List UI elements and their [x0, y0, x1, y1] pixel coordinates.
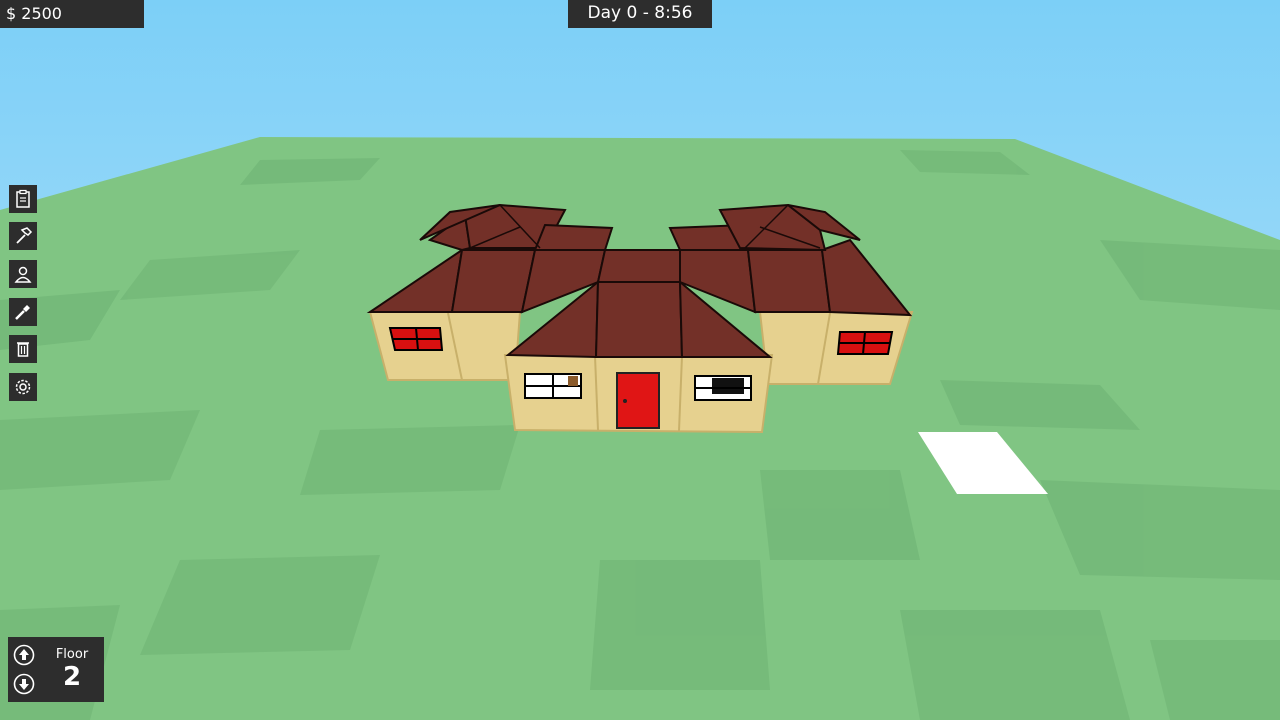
- clipboard-icon: [16, 189, 30, 208]
- left-wing-wall: [368, 311, 522, 381]
- window-center-right: [694, 375, 752, 401]
- floor-label: Floor: [55, 647, 89, 662]
- paint-icon: [15, 305, 30, 320]
- staff-button[interactable]: [9, 260, 37, 288]
- hammer-icon: [16, 227, 33, 244]
- clipboard-button[interactable]: [9, 185, 37, 213]
- money-display: $ 2500: [0, 0, 144, 28]
- window-center-left: [524, 373, 582, 399]
- delete-button[interactable]: [9, 335, 37, 363]
- floor-down-button[interactable]: [12, 672, 36, 696]
- day-clock: Day 0 - 8:56: [568, 0, 712, 28]
- front-door[interactable]: [616, 372, 660, 429]
- floor-value: 2: [62, 662, 82, 692]
- arrow-down-circle-icon: [13, 673, 35, 695]
- window-right: [836, 331, 894, 355]
- person-icon: [14, 266, 32, 283]
- paint-button[interactable]: [9, 298, 37, 326]
- game-viewport[interactable]: [0, 0, 1280, 720]
- floor-panel: Floor 2: [8, 637, 104, 702]
- floor-up-button[interactable]: [12, 643, 36, 667]
- settings-button[interactable]: [9, 373, 37, 401]
- arrow-up-circle-icon: [13, 644, 35, 666]
- trash-icon: [17, 342, 29, 357]
- window-left: [388, 327, 444, 351]
- build-button[interactable]: [9, 222, 37, 250]
- gear-icon: [15, 379, 31, 395]
